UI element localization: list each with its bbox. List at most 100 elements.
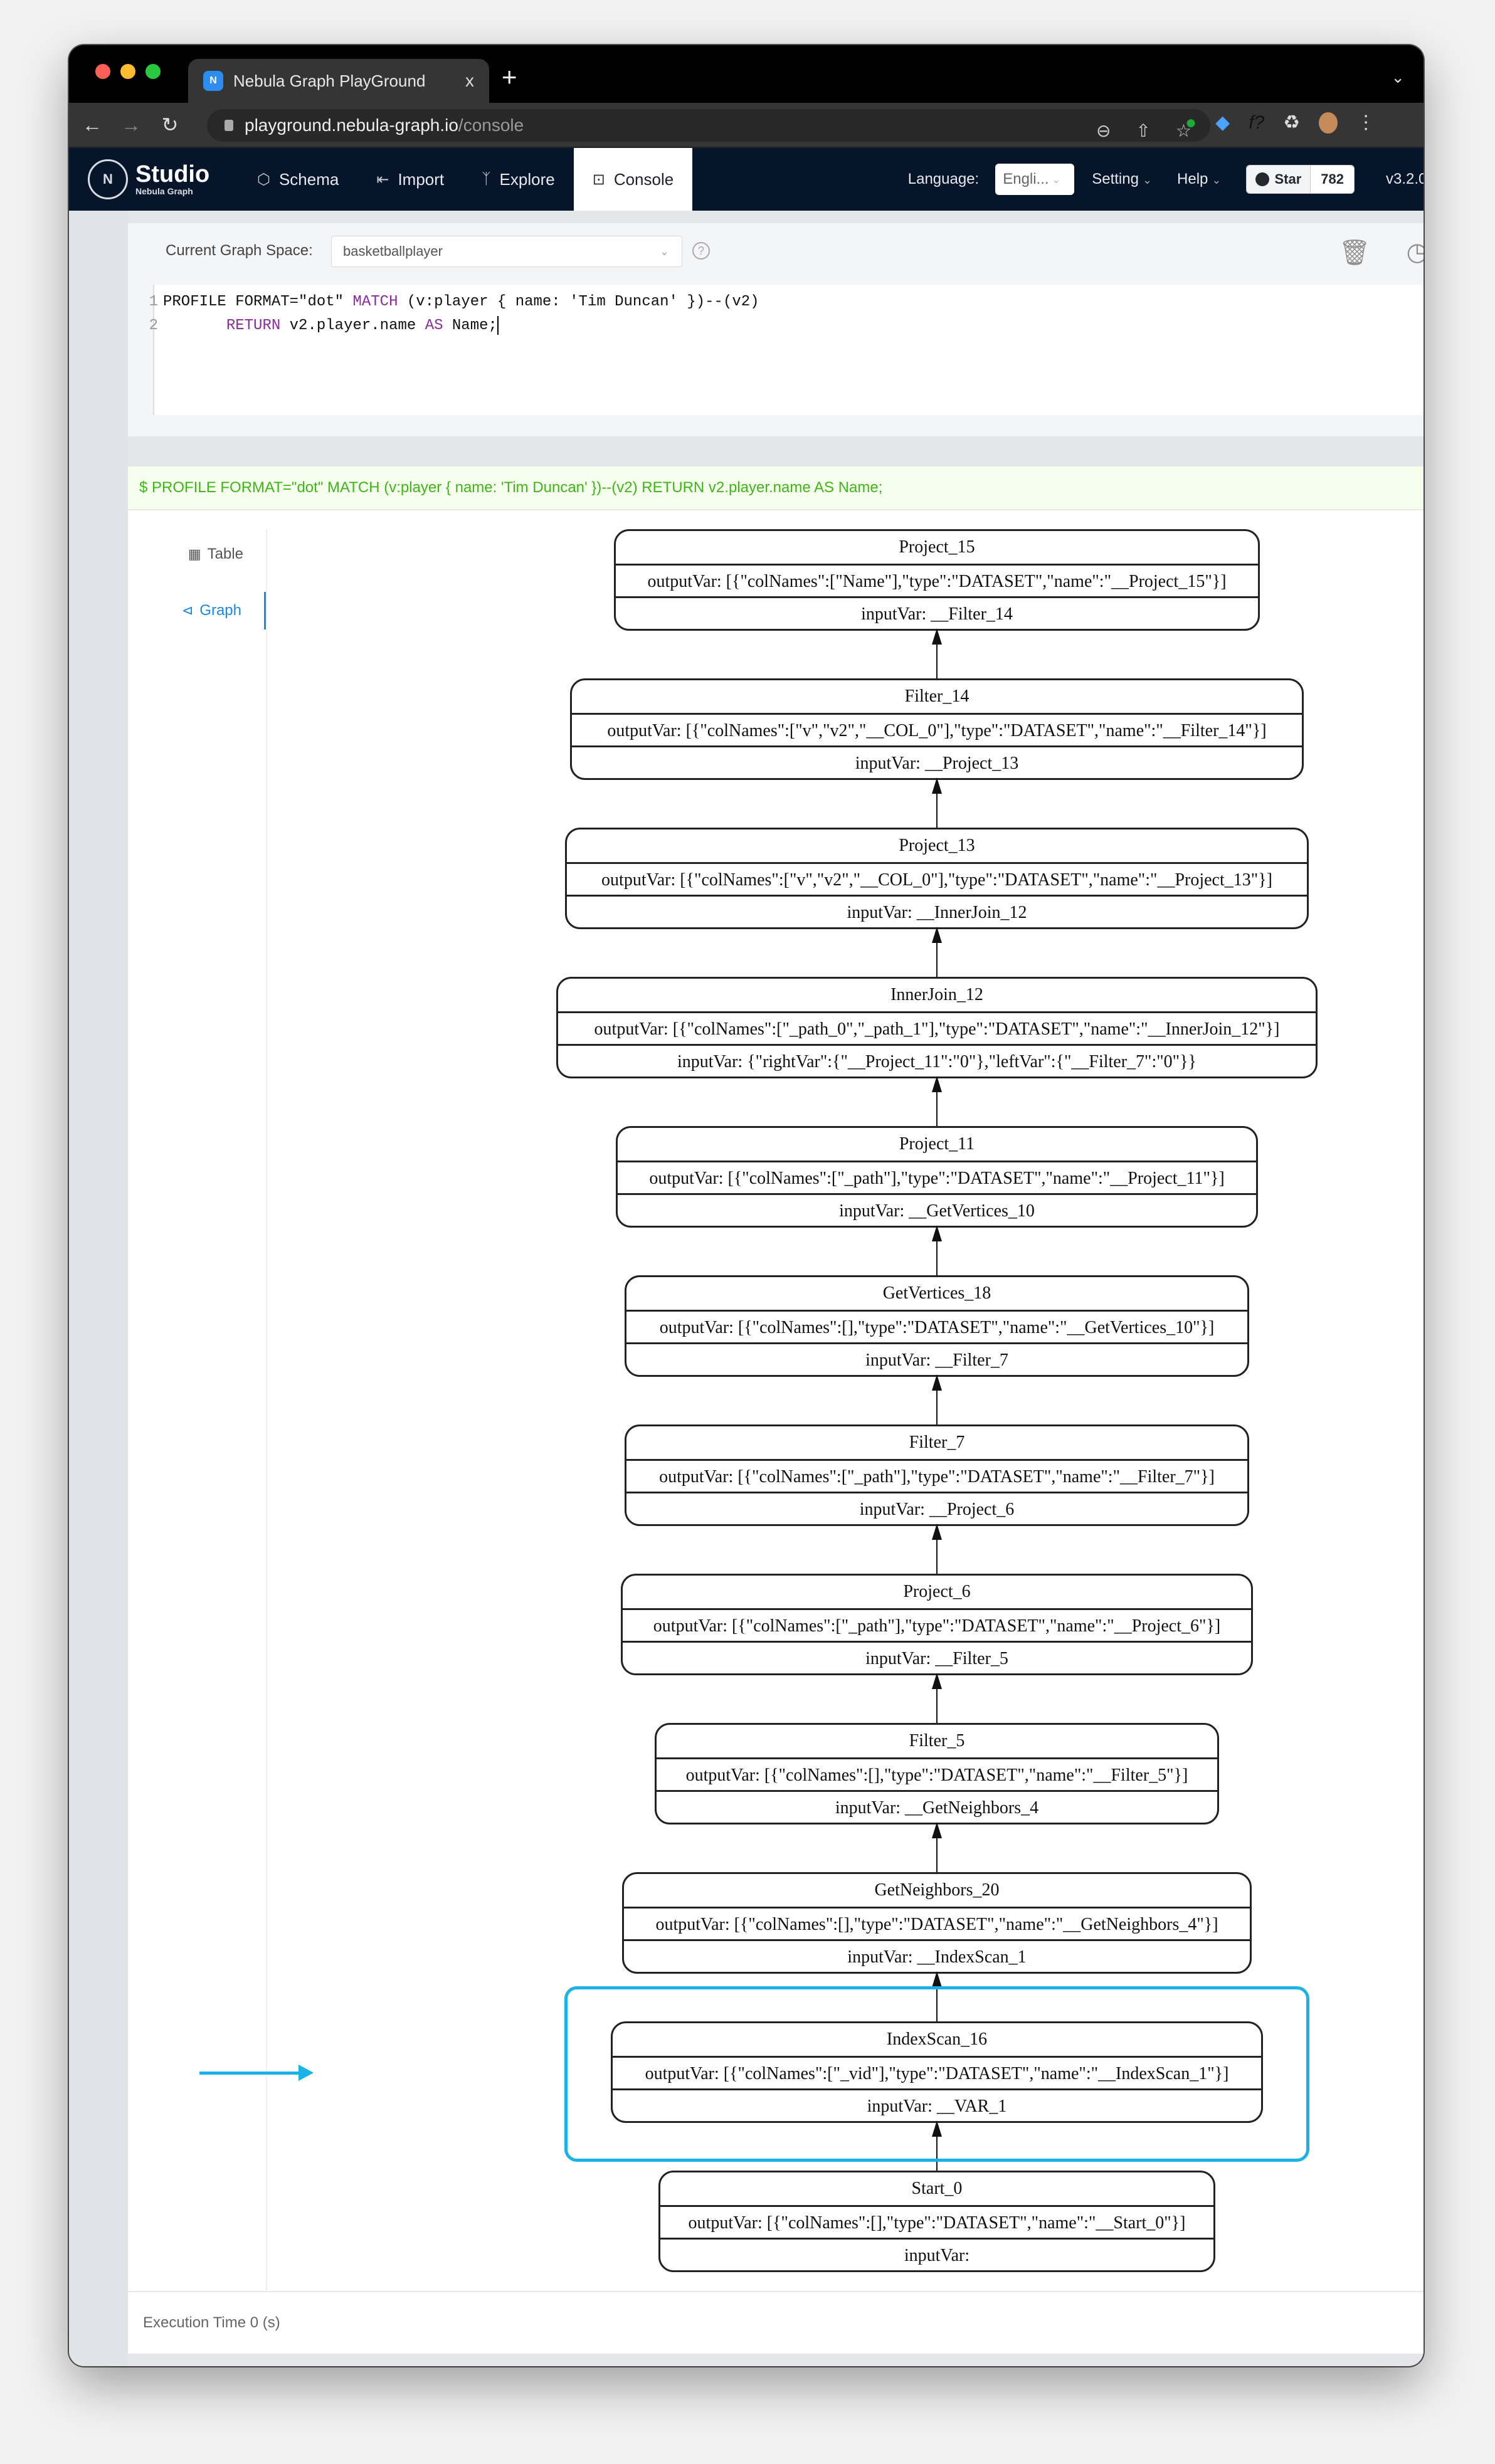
function-extension-icon[interactable]: f?	[1249, 112, 1264, 134]
studio-logo[interactable]: N Studio Nebula Graph	[88, 159, 209, 199]
result-command: $ PROFILE FORMAT="dot" MATCH (v:player {…	[128, 466, 1424, 510]
plan-node-name: GetVertices_18	[882, 1283, 991, 1303]
code-text: (v:player { name: 'Tim Duncan' })--(v2)	[398, 293, 759, 310]
browser-menu-icon[interactable]: ⋮	[1356, 112, 1375, 134]
star-count: 782	[1310, 166, 1354, 193]
code-text: v2.player.name	[280, 317, 425, 334]
plan-edge	[936, 1687, 938, 1723]
plan-node[interactable]: GetVertices_18 outputVar: [{"colNames":[]…	[625, 1275, 1249, 1377]
graph-space-select[interactable]: basketballplayer ⌄	[331, 236, 682, 267]
plan-node[interactable]: Project_6 outputVar: [{"colNames":["_path…	[621, 1574, 1253, 1675]
plan-node-name: Project_11	[899, 1134, 975, 1154]
code-keyword: MATCH	[352, 293, 398, 310]
zoom-out-icon[interactable]: ⊖	[1096, 120, 1111, 141]
table-icon: ▦	[188, 546, 201, 562]
github-star-button[interactable]: Star 782	[1246, 165, 1355, 194]
reload-icon[interactable]: ↻	[154, 113, 186, 137]
plan-node[interactable]: Filter_5 outputVar: [{"colNames":[],"type…	[655, 1723, 1219, 1824]
plan-node-output-var: outputVar: [{"colNames":["_path"],"type"…	[618, 1161, 1256, 1193]
import-icon: ⇤	[376, 171, 389, 188]
plan-node[interactable]: Project_15 outputVar: [{"colNames":["Name…	[614, 529, 1260, 631]
window-controls	[95, 64, 161, 79]
back-arrow-icon[interactable]: ←	[77, 113, 108, 137]
new-tab-button[interactable]: +	[502, 64, 517, 90]
minimize-window-button[interactable]	[120, 64, 135, 79]
code-keyword: RETURN	[226, 317, 281, 334]
help-label: Help	[1177, 171, 1208, 187]
plan-node-output-var: outputVar: [{"colNames":["_path_0","_pat…	[558, 1011, 1316, 1044]
tab-label: Graph	[199, 602, 241, 619]
code-editor[interactable]: 1 PROFILE FORMAT="dot" MATCH (v:player {…	[149, 285, 1424, 415]
browser-tab[interactable]: N Nebula Graph PlayGround x	[188, 59, 489, 103]
extensions-puzzle-icon[interactable]: ♻	[1283, 112, 1300, 134]
plan-edge	[936, 1836, 938, 1872]
history-icon[interactable]: ◷	[1401, 236, 1424, 268]
nav-label: Schema	[278, 169, 339, 189]
maximize-window-button[interactable]	[145, 64, 161, 79]
plan-node-output-var: outputVar: [{"colNames":["_path"],"type"…	[626, 1459, 1247, 1492]
plan-node[interactable]: Filter_7 outputVar: [{"colNames":["_path"…	[625, 1424, 1249, 1526]
plan-node-input-var: inputVar: __Project_6	[626, 1492, 1247, 1524]
url-input[interactable]: playground.nebula-graph.io/console ⊖ ⇧ ☆	[207, 109, 1210, 142]
arrowhead-icon	[932, 777, 942, 794]
execution-time: Execution Time 0 (s)	[128, 2291, 1424, 2354]
url-host: playground.nebula-graph.io	[245, 115, 458, 135]
nav-schema[interactable]: ⬡ Schema	[238, 148, 357, 211]
forward-arrow-icon[interactable]: →	[115, 113, 147, 137]
chevron-down-icon: ⌄	[1051, 172, 1061, 186]
plan-node-output-var: outputVar: [{"colNames":["v","v2","__COL…	[572, 713, 1302, 745]
nav-explore[interactable]: ᛉ Explore	[463, 148, 574, 211]
plan-edge	[936, 1388, 938, 1424]
gem-extension-icon[interactable]: ◆	[1215, 112, 1230, 134]
text-cursor	[497, 316, 499, 335]
plan-node[interactable]: InnerJoin_12 outputVar: [{"colNames":["_p…	[556, 977, 1318, 1078]
nav-console[interactable]: ⊡ Console	[573, 148, 693, 211]
app-header: N Studio Nebula Graph ⬡ Schema ⇤ Import …	[69, 148, 1424, 211]
plan-node[interactable]: Project_11 outputVar: [{"colNames":["_pat…	[616, 1126, 1258, 1228]
tab-graph[interactable]: ⊲ Graph	[127, 592, 266, 629]
logo-subtitle: Nebula Graph	[135, 186, 193, 196]
arrowhead-icon	[932, 1822, 942, 1838]
plan-edge	[936, 1537, 938, 1574]
plan-node[interactable]: Filter_14 outputVar: [{"colNames":["v","v…	[570, 678, 1304, 780]
plan-node[interactable]: Project_13 outputVar: [{"colNames":["v","…	[565, 828, 1309, 929]
plan-node-input-var: inputVar: __Filter_5	[623, 1641, 1251, 1673]
close-window-button[interactable]	[95, 64, 110, 79]
plan-node-name: Filter_14	[904, 687, 969, 706]
plan-node-input-var: inputVar: __Filter_7	[626, 1342, 1247, 1375]
nav-label: Import	[398, 169, 445, 189]
execution-plan-graph[interactable]: Project_15 outputVar: [{"colNames":["Name…	[199, 529, 1424, 2285]
plan-node-input-var: inputVar: __IndexScan_1	[624, 1939, 1250, 1972]
tab-search-chevron-icon[interactable]: ⌄	[1391, 68, 1405, 87]
url-path: /console	[458, 115, 524, 135]
graph-space-value: basketballplayer	[343, 243, 443, 259]
plan-node-name: Project_13	[899, 836, 975, 855]
evernote-extension-icon[interactable]: ●	[1185, 112, 1197, 134]
profile-avatar[interactable]	[1319, 112, 1338, 134]
help-circle-icon[interactable]: ?	[692, 242, 710, 260]
plan-node-input-var: inputVar: __GetVertices_10	[618, 1193, 1256, 1226]
result-panel: $ PROFILE FORMAT="dot" MATCH (v:player {…	[128, 466, 1424, 2354]
tab-close-icon[interactable]: x	[465, 71, 474, 91]
arrowhead-icon	[932, 1673, 942, 1689]
share-icon[interactable]: ⇧	[1136, 120, 1150, 141]
language-select[interactable]: Engli... ⌄	[995, 164, 1075, 195]
plan-node[interactable]: GetNeighbors_20 outputVar: [{"colNames":[…	[622, 1872, 1252, 1974]
trash-icon[interactable]: 🗑	[1338, 236, 1371, 268]
setting-label: Setting	[1092, 171, 1139, 187]
plan-node-output-var: outputVar: [{"colNames":[],"type":"DATAS…	[626, 1310, 1247, 1342]
arrowhead-icon	[932, 927, 942, 943]
nav-import[interactable]: ⇤ Import	[357, 148, 463, 211]
main-nav: ⬡ Schema ⇤ Import ᛉ Explore ⊡ Console	[238, 148, 693, 211]
help-dropdown[interactable]: Help ⌄	[1177, 171, 1221, 188]
line-number: 2	[149, 317, 158, 334]
setting-dropdown[interactable]: Setting ⌄	[1092, 171, 1152, 188]
arrowhead-icon	[932, 1524, 942, 1540]
line-number: 1	[149, 293, 158, 310]
pointer-arrow-icon	[199, 2065, 314, 2081]
star-label: Star	[1274, 171, 1302, 187]
plan-node-input-var: inputVar: {"rightVar":{"__Project_11":"0…	[558, 1044, 1316, 1077]
tab-table[interactable]: ▦ Table	[127, 535, 266, 573]
schema-icon: ⬡	[257, 171, 270, 188]
plan-node[interactable]: Start_0 outputVar: [{"colNames":[],"type"…	[658, 2171, 1215, 2272]
